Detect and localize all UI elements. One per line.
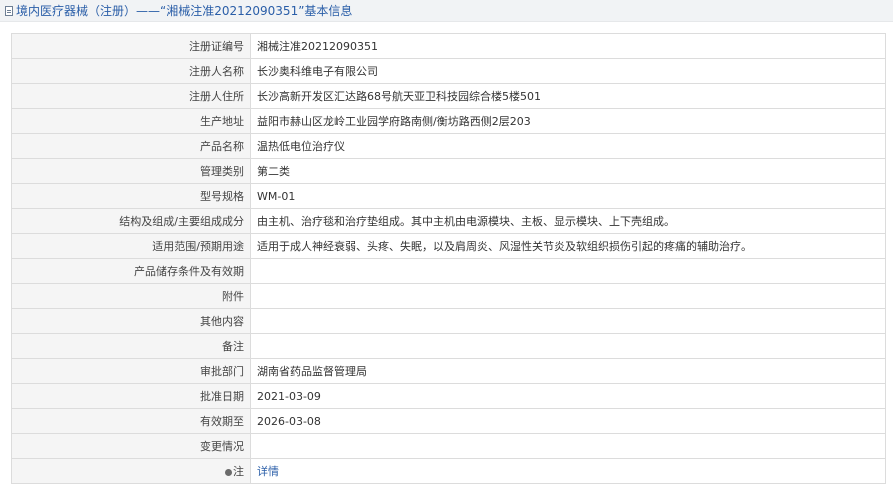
table-row: 型号规格 WM-01 [11, 183, 886, 209]
table-row: 注册人名称 长沙奥科维电子有限公司 [11, 58, 886, 84]
row-value: 适用于成人神经衰弱、头疼、失眠，以及肩周炎、风湿性关节炎及软组织损伤引起的疼痛的… [250, 233, 886, 259]
pin-icon [225, 469, 232, 476]
row-value: 长沙高新开发区汇达路68号航天亚卫科技园综合楼5楼501 [250, 83, 886, 109]
table-row: 审批部门 湖南省药品监督管理局 [11, 358, 886, 384]
page-header: 境内医疗器械（注册）——“湘械注准20212090351”基本信息 [0, 0, 893, 22]
row-value: 长沙奥科维电子有限公司 [250, 58, 886, 84]
page-title: 境内医疗器械（注册）——“湘械注准20212090351”基本信息 [16, 4, 353, 18]
row-value: WM-01 [250, 183, 886, 209]
table-row: 附件 [11, 283, 886, 309]
row-value [250, 283, 886, 309]
row-label: 附件 [11, 283, 251, 309]
table-row: 变更情况 [11, 433, 886, 459]
row-label: 审批部门 [11, 358, 251, 384]
row-label: 管理类别 [11, 158, 251, 184]
row-label: 注册人名称 [11, 58, 251, 84]
details-link[interactable]: 详情 [257, 465, 279, 478]
note-label: 注 [233, 465, 244, 478]
row-value: 湖南省药品监督管理局 [250, 358, 886, 384]
note-row: 注 详情 [11, 458, 886, 484]
row-label: 型号规格 [11, 183, 251, 209]
row-label: 批准日期 [11, 383, 251, 409]
row-value [250, 258, 886, 284]
row-value: 湘械注准20212090351 [250, 33, 886, 59]
table-row: 产品名称 温热低电位治疗仪 [11, 133, 886, 159]
row-value: 由主机、治疗毯和治疗垫组成。其中主机由电源模块、主板、显示模块、上下壳组成。 [250, 208, 886, 234]
table-row: 产品储存条件及有效期 [11, 258, 886, 284]
row-value: 2026-03-08 [250, 408, 886, 434]
row-label: 备注 [11, 333, 251, 359]
table-row: 其他内容 [11, 308, 886, 334]
row-label: 产品名称 [11, 133, 251, 159]
row-label: 变更情况 [11, 433, 251, 459]
row-value [250, 333, 886, 359]
row-label: 产品储存条件及有效期 [11, 258, 251, 284]
table-row: 生产地址 益阳市赫山区龙岭工业园学府路南侧/衡坊路西侧2层203 [11, 108, 886, 134]
info-table: 注册证编号 湘械注准20212090351 注册人名称 长沙奥科维电子有限公司 … [11, 33, 886, 484]
row-value [250, 308, 886, 334]
row-value: 益阳市赫山区龙岭工业园学府路南侧/衡坊路西侧2层203 [250, 108, 886, 134]
row-label: 结构及组成/主要组成成分 [11, 208, 251, 234]
table-row: 注册人住所 长沙高新开发区汇达路68号航天亚卫科技园综合楼5楼501 [11, 83, 886, 109]
note-label-cell: 注 [11, 458, 251, 484]
row-label: 有效期至 [11, 408, 251, 434]
note-value-cell: 详情 [250, 458, 886, 484]
document-icon [5, 5, 13, 16]
row-value: 温热低电位治疗仪 [250, 133, 886, 159]
row-value: 第二类 [250, 158, 886, 184]
table-row: 注册证编号 湘械注准20212090351 [11, 33, 886, 59]
table-row: 批准日期 2021-03-09 [11, 383, 886, 409]
row-label: 生产地址 [11, 108, 251, 134]
table-row: 结构及组成/主要组成成分 由主机、治疗毯和治疗垫组成。其中主机由电源模块、主板、… [11, 208, 886, 234]
table-row: 有效期至 2026-03-08 [11, 408, 886, 434]
row-label: 适用范围/预期用途 [11, 233, 251, 259]
row-value [250, 433, 886, 459]
row-label: 其他内容 [11, 308, 251, 334]
table-row: 适用范围/预期用途 适用于成人神经衰弱、头疼、失眠，以及肩周炎、风湿性关节炎及软… [11, 233, 886, 259]
row-value: 2021-03-09 [250, 383, 886, 409]
row-label: 注册证编号 [11, 33, 251, 59]
table-row: 管理类别 第二类 [11, 158, 886, 184]
row-label: 注册人住所 [11, 83, 251, 109]
table-row: 备注 [11, 333, 886, 359]
